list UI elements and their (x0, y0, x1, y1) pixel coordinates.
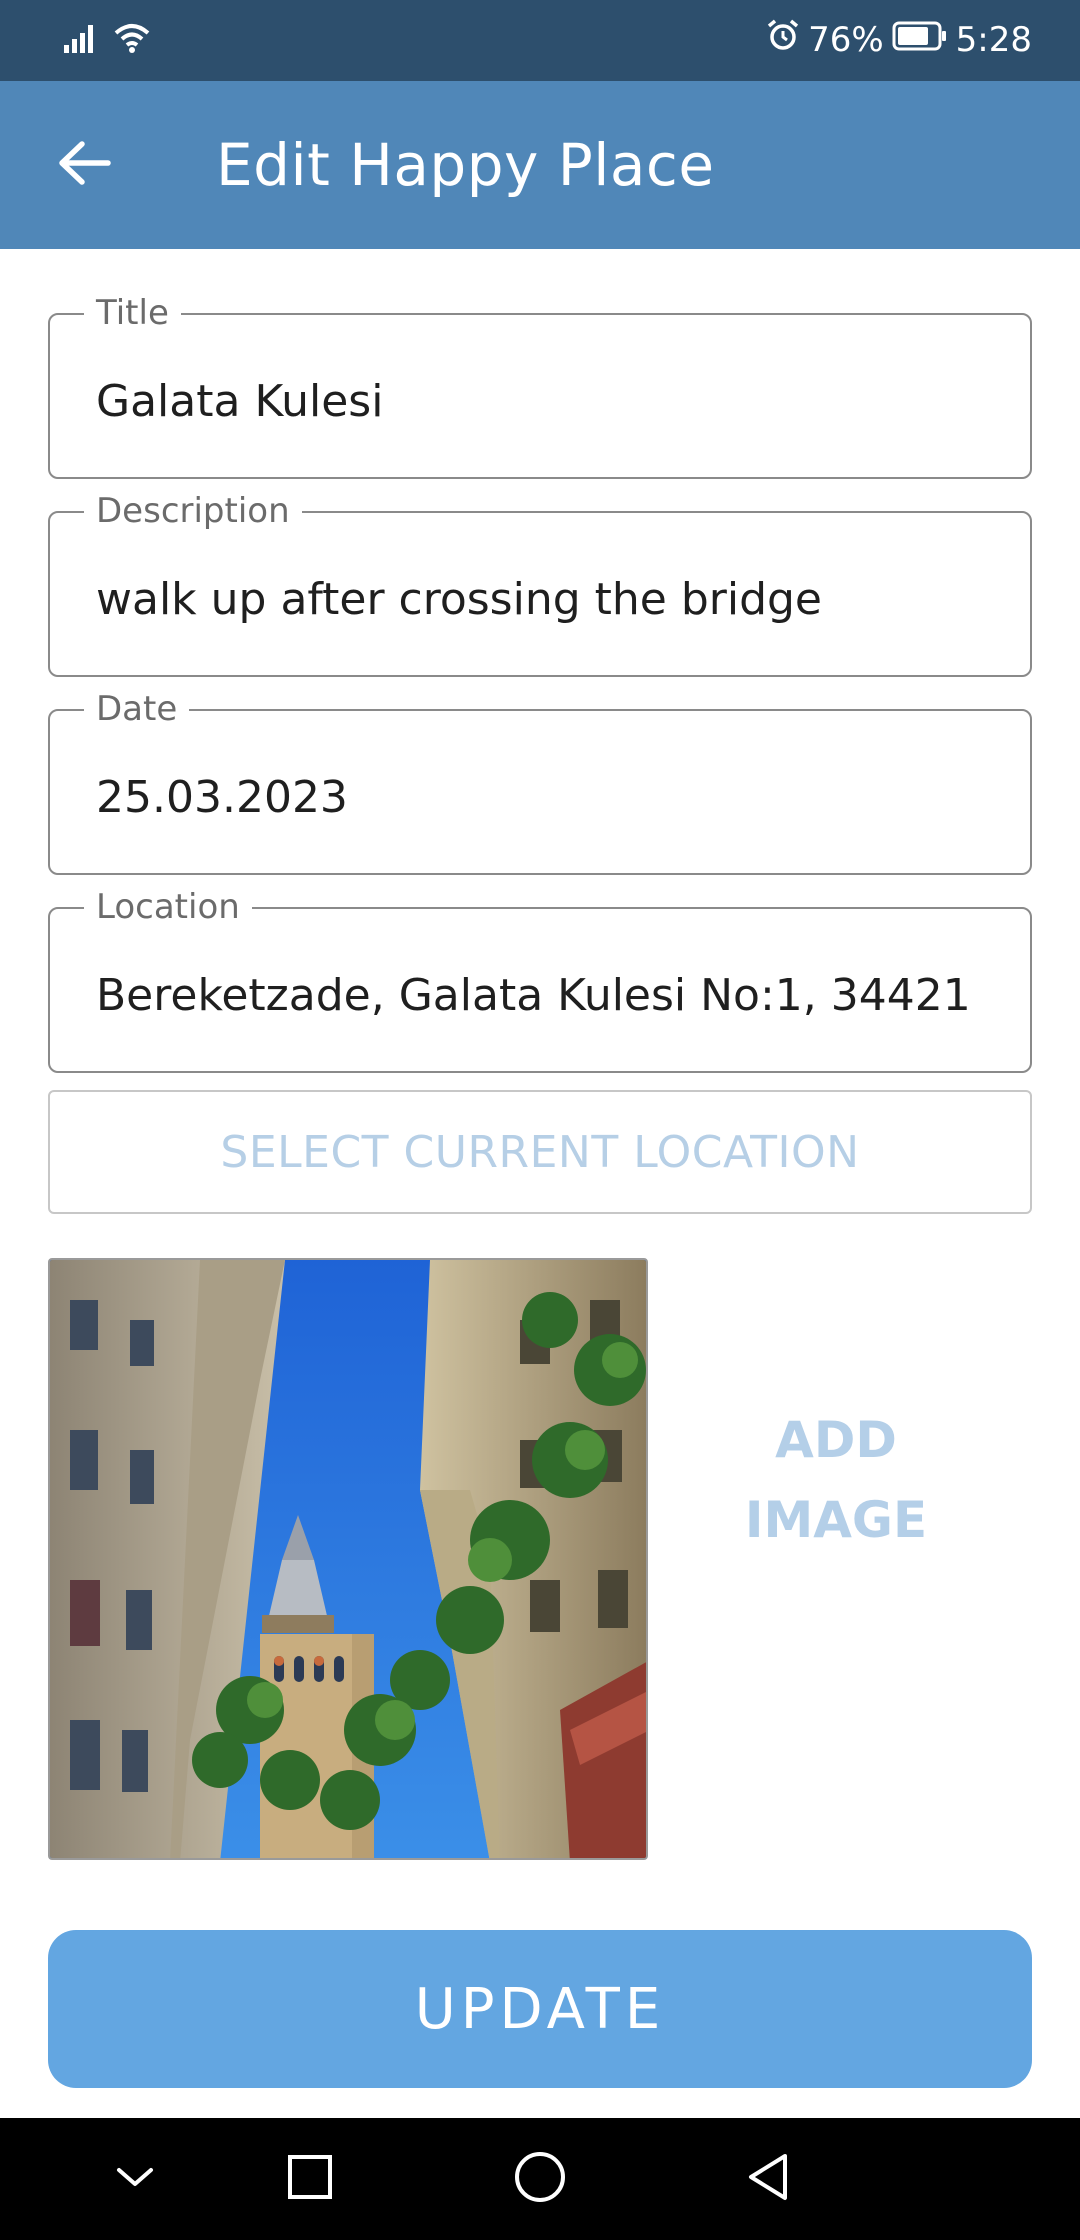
date-input[interactable]: 25.03.2023 (96, 769, 984, 827)
select-current-location-button[interactable]: SELECT CURRENT LOCATION (48, 1090, 1032, 1214)
battery-percent: 76% (808, 20, 884, 60)
wifi-icon (112, 21, 152, 59)
title-field-label: Title (84, 293, 181, 333)
arrow-back-icon (56, 138, 112, 192)
date-field[interactable]: Date 25.03.2023 (48, 689, 1032, 875)
update-button[interactable]: UPDATE (48, 1930, 1032, 2088)
date-field-label: Date (84, 689, 190, 729)
navigation-bar (0, 2118, 1080, 2240)
alarm-icon (766, 18, 800, 63)
battery-icon (892, 18, 948, 62)
nav-back-button[interactable] (728, 2144, 808, 2214)
status-right: 76% 5:28 (766, 18, 1032, 62)
place-image (48, 1258, 648, 1860)
nav-recents-button[interactable] (270, 2144, 350, 2214)
location-input[interactable]: Bereketzade, Galata Kulesi No:1, 34421 B… (96, 967, 984, 1025)
add-image-button[interactable]: ADD IMAGE (686, 1400, 986, 1549)
status-bar: 76% 5:28 (0, 0, 1080, 81)
status-time: 5:28 (955, 20, 1032, 60)
title-input[interactable]: Galata Kulesi (96, 373, 984, 431)
nav-hide-button[interactable] (95, 2144, 175, 2214)
description-input[interactable]: walk up after crossing the bridge (96, 571, 984, 629)
nav-home-icon (512, 2149, 568, 2209)
location-field[interactable]: Location Bereketzade, Galata Kulesi No:1… (48, 887, 1032, 1073)
nav-recents-icon (285, 2152, 335, 2206)
page-title: Edit Happy Place (216, 131, 715, 199)
title-field[interactable]: Title Galata Kulesi (48, 293, 1032, 479)
location-field-label: Location (84, 887, 252, 927)
description-field[interactable]: Description walk up after crossing the b… (48, 491, 1032, 677)
app-bar: Edit Happy Place (0, 81, 1080, 249)
edit-happy-place-screen: 76% 5:28 Edit Happy Place Title Galata K… (0, 0, 1080, 2240)
nav-back-icon (743, 2151, 793, 2207)
signal-icon (64, 23, 98, 57)
status-left (64, 20, 152, 60)
nav-hide-icon (113, 2162, 157, 2196)
nav-home-button[interactable] (500, 2144, 580, 2214)
description-field-label: Description (84, 491, 302, 531)
back-button[interactable] (38, 125, 130, 205)
